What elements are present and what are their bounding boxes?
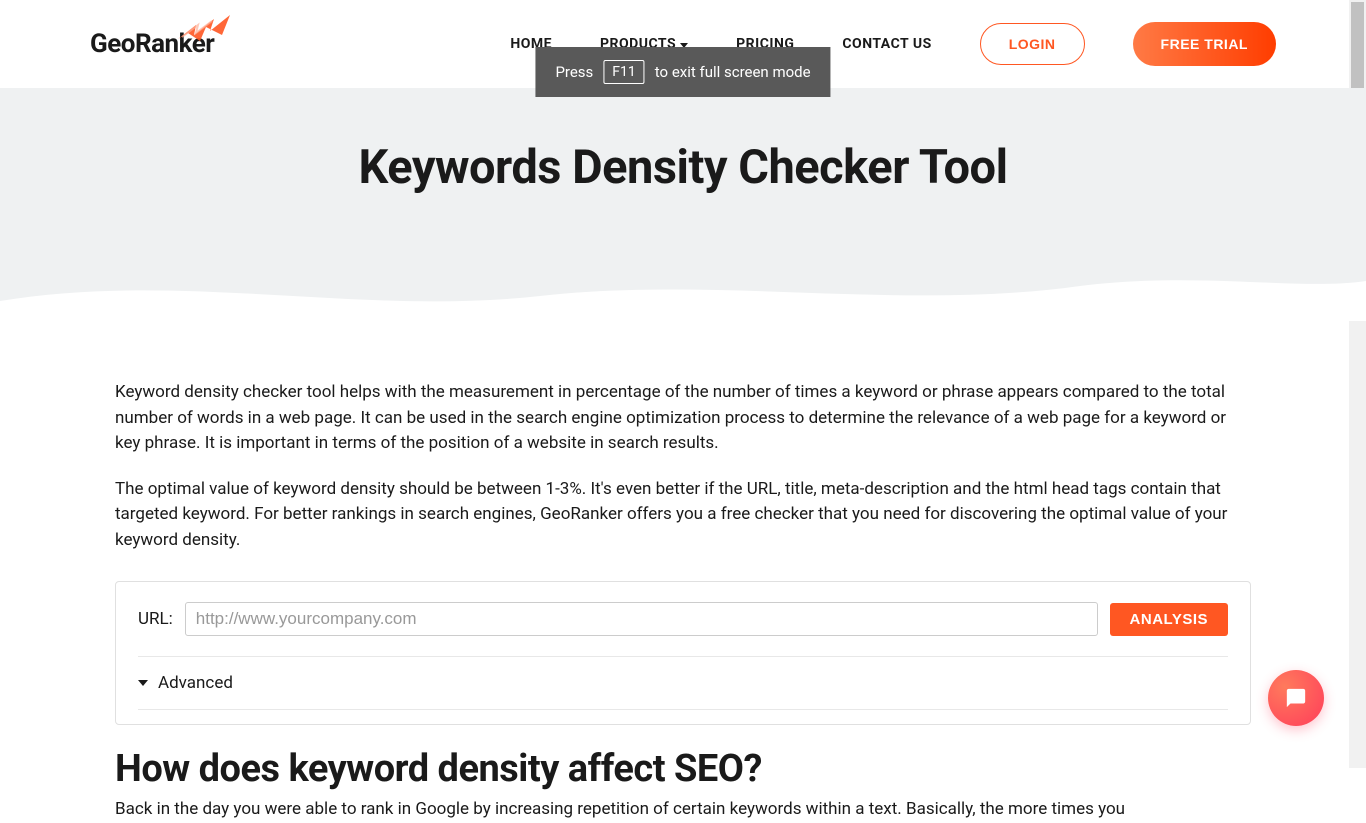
- hero: Keywords Density Checker Tool: [0, 88, 1366, 320]
- toast-post: to exit full screen mode: [655, 63, 811, 81]
- nav-contact[interactable]: CONTACT US: [842, 36, 931, 52]
- url-label: URL:: [138, 609, 173, 629]
- analysis-button[interactable]: ANALYSIS: [1110, 603, 1228, 636]
- logo-swoosh-icon: [178, 15, 230, 45]
- wave-divider-icon: [0, 261, 1366, 321]
- intro-paragraph-2: The optimal value of keyword density sho…: [115, 477, 1251, 554]
- checker-form: URL: ANALYSIS Advanced: [115, 581, 1251, 725]
- page-title: Keywords Density Checker Tool: [358, 140, 1007, 195]
- advanced-toggle[interactable]: Advanced: [138, 657, 1228, 710]
- login-button[interactable]: LOGIN: [980, 23, 1085, 65]
- chevron-down-icon: [138, 680, 148, 686]
- intro-paragraph-1: Keyword density checker tool helps with …: [115, 380, 1251, 457]
- section-body: Back in the day you were able to rank in…: [115, 797, 1251, 823]
- main-content: Keyword density checker tool helps with …: [0, 320, 1366, 823]
- logo[interactable]: GeoRanker: [90, 29, 214, 59]
- section-heading: How does keyword density affect SEO?: [115, 747, 1251, 791]
- toast-key: F11: [603, 60, 644, 84]
- advanced-label: Advanced: [158, 673, 233, 693]
- chat-icon: [1285, 687, 1307, 709]
- url-row: URL: ANALYSIS: [138, 602, 1228, 657]
- free-trial-button[interactable]: FREE TRIAL: [1133, 22, 1276, 66]
- url-input[interactable]: [185, 602, 1098, 636]
- toast-pre: Press: [555, 63, 593, 81]
- chat-button[interactable]: [1268, 670, 1324, 726]
- fullscreen-toast: Press F11 to exit full screen mode: [535, 47, 830, 97]
